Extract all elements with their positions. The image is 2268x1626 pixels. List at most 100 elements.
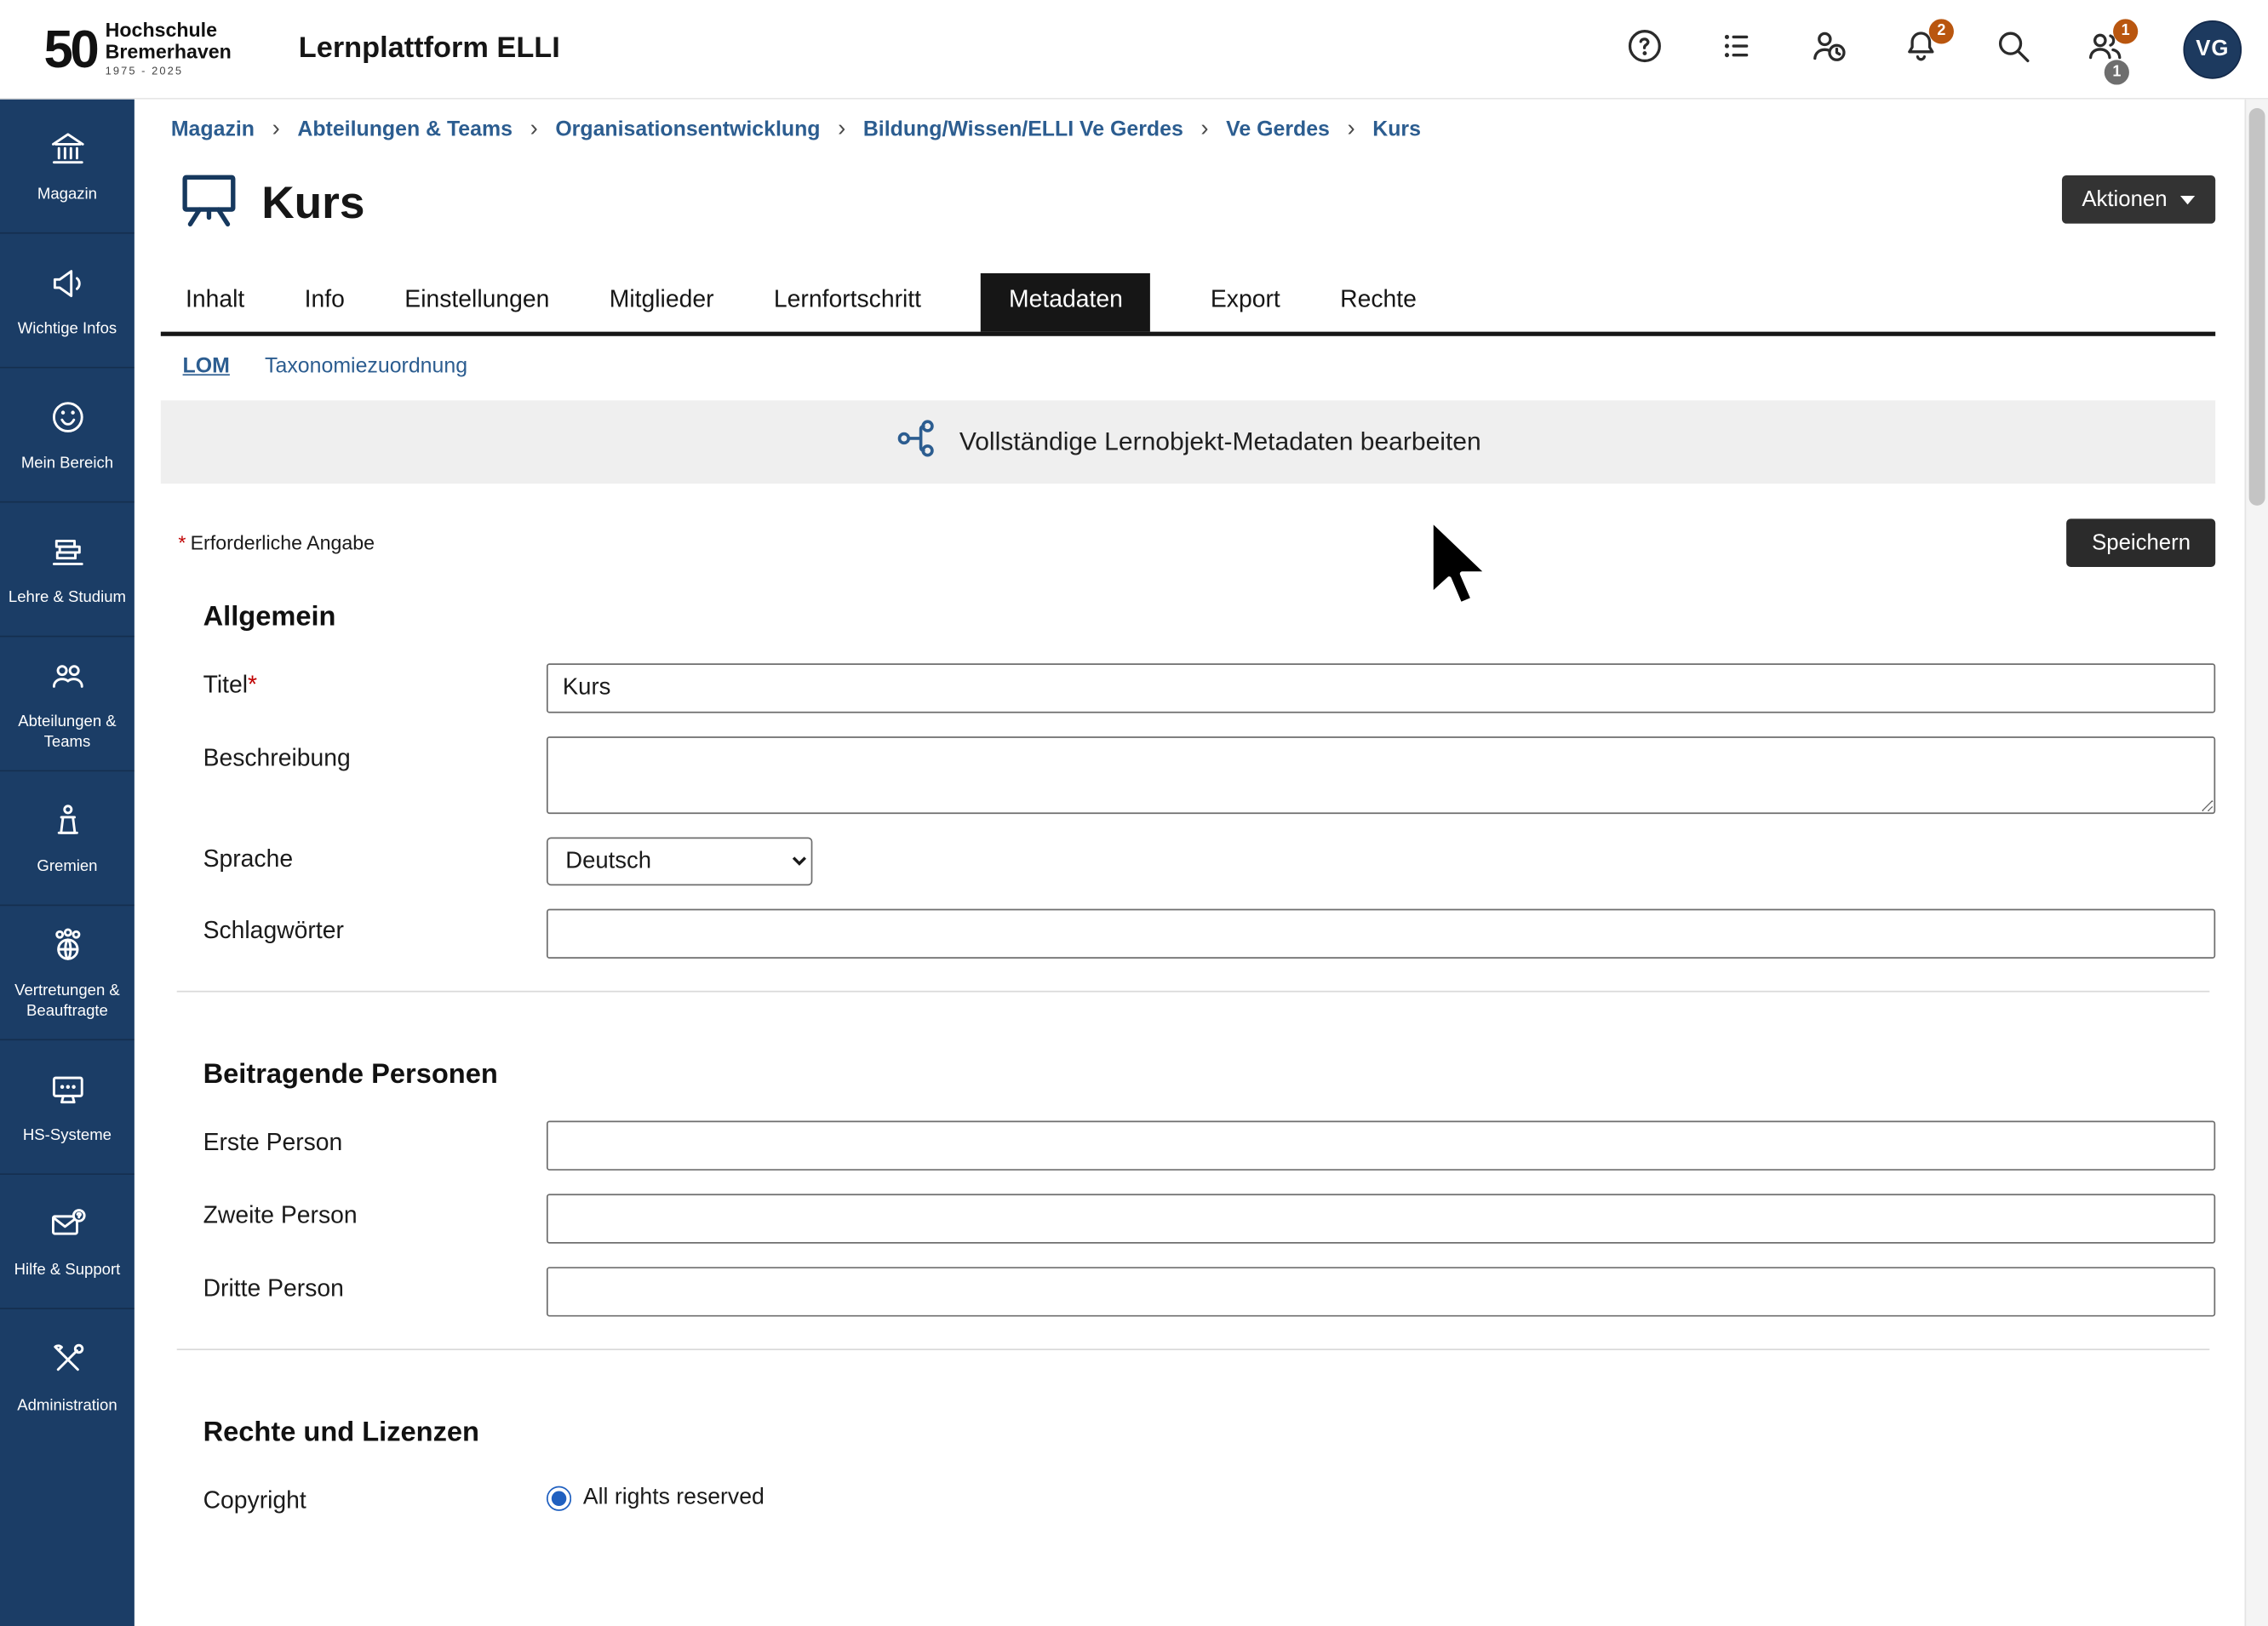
tab-lernfortschritt[interactable]: Lernfortschritt [774, 273, 921, 332]
sidebar-item-hilfe-support[interactable]: Hilfe & Support [0, 1175, 135, 1309]
breadcrumb-separator: › [272, 117, 280, 143]
logo-text: Hochschule Bremerhaven 1975 - 2025 [106, 21, 232, 77]
breadcrumb: Magazin › Abteilungen & Teams › Organisa… [171, 117, 2215, 143]
dritte-person-label: Dritte Person [203, 1267, 547, 1303]
breadcrumb-item-ve-gerdes[interactable]: Ve Gerdes [1226, 118, 1330, 141]
breadcrumb-separator: › [1200, 117, 1208, 143]
tab-info[interactable]: Info [305, 273, 345, 332]
people-icon [48, 656, 87, 703]
breadcrumb-item-kurs[interactable]: Kurs [1372, 118, 1421, 141]
zweite-person-input[interactable] [547, 1194, 2215, 1243]
all-rights-reserved-radio[interactable] [547, 1486, 571, 1510]
smiley-icon [48, 398, 87, 444]
contacts-badge-top: 1 [2113, 18, 2138, 43]
tab-rechte[interactable]: Rechte [1340, 273, 1417, 332]
form-row-dritte-person: Dritte Person [161, 1267, 2215, 1316]
books-icon [48, 532, 87, 579]
breadcrumb-item-abteilungen[interactable]: Abteilungen & Teams [297, 118, 513, 141]
university-logo[interactable]: 50 Hochschule Bremerhaven 1975 - 2025 [43, 21, 231, 77]
actions-button-label: Aktionen [2082, 187, 2167, 212]
form-row-copyright: Copyright All rights reserved [161, 1479, 2215, 1515]
section-heading-beitragende: Beitragende Personen [203, 1059, 2216, 1091]
sidebar-item-abteilungen-teams[interactable]: Abteilungen & Teams [0, 637, 135, 771]
sidebar-item-vertretungen[interactable]: Vertretungen & Beauftragte [0, 906, 135, 1040]
schlagwoerter-input[interactable] [547, 909, 2215, 959]
sidebar-item-hs-systeme[interactable]: HS-Systeme [0, 1040, 135, 1175]
tab-inhalt[interactable]: Inhalt [186, 273, 244, 332]
sidebar-item-magazin[interactable]: Magazin [0, 100, 135, 234]
breadcrumb-item-bildung-wissen[interactable]: Bildung/Wissen/ELLI Ve Gerdes [863, 118, 1183, 141]
save-button[interactable]: Speichern [2067, 518, 2215, 567]
search-button[interactable] [1990, 27, 2034, 71]
metadata-banner: Vollständige Lernobjekt-Metadaten bearbe… [161, 400, 2215, 484]
section-heading-rechte: Rechte und Lizenzen [203, 1417, 2216, 1450]
beschreibung-label: Beschreibung [203, 736, 547, 773]
sidebar-item-label: Mein Bereich [21, 453, 113, 473]
todo-list-button[interactable] [1714, 27, 1757, 71]
form-toolbar: *Erforderliche Angabe Speichern [178, 518, 2215, 567]
breadcrumb-separator: › [530, 117, 538, 143]
breadcrumb-item-magazin[interactable]: Magazin [171, 118, 255, 141]
megaphone-icon [48, 263, 87, 310]
erste-person-field-wrap [547, 1121, 2215, 1171]
sprache-select[interactable]: Deutsch [547, 838, 812, 886]
page: 50 Hochschule Bremerhaven 1975 - 2025 Le… [0, 0, 2268, 1626]
titel-label: Titel* [203, 663, 547, 700]
tab-export[interactable]: Export [1211, 273, 1280, 332]
page-title-group: Kurs [177, 167, 365, 238]
sidebar-item-gremien[interactable]: Gremien [0, 771, 135, 906]
sidebar-item-wichtige-infos[interactable]: Wichtige Infos [0, 234, 135, 369]
form-row-titel: Titel* [161, 663, 2215, 713]
header-icons: 2 1 1 VG [1622, 20, 2242, 78]
sidebar-item-label: Magazin [37, 184, 97, 204]
tab-einstellungen[interactable]: Einstellungen [404, 273, 549, 332]
titel-label-text: Titel [203, 673, 248, 699]
tools-icon [48, 1339, 87, 1386]
tab-metadaten[interactable]: Metadaten [981, 273, 1150, 332]
help-button[interactable] [1622, 27, 1665, 71]
notifications-button[interactable]: 2 [1899, 27, 1942, 71]
subtab-lom[interactable]: LOM [183, 355, 230, 378]
top-bar: 50 Hochschule Bremerhaven 1975 - 2025 Le… [0, 0, 2268, 100]
bank-icon [48, 129, 87, 175]
sidebar-item-lehre-studium[interactable]: Lehre & Studium [0, 502, 135, 637]
sidebar-item-label: Gremien [37, 856, 97, 877]
actions-button[interactable]: Aktionen [2061, 175, 2215, 224]
beschreibung-field-wrap [547, 736, 2215, 814]
metadata-tree-icon [895, 416, 938, 467]
sidebar-item-label: Lehre & Studium [9, 587, 126, 608]
edit-full-metadata-link[interactable]: Vollständige Lernobjekt-Metadaten bearbe… [959, 427, 1481, 457]
contacts-button[interactable]: 1 1 [2082, 27, 2126, 71]
section-divider [177, 991, 2210, 993]
tab-mitglieder[interactable]: Mitglieder [610, 273, 714, 332]
sidebar-item-administration[interactable]: Administration [0, 1309, 135, 1444]
sidebar-item-label: HS-Systeme [23, 1125, 112, 1146]
erste-person-input[interactable] [547, 1121, 2215, 1171]
subtab-taxonomiezuordnung[interactable]: Taxonomiezuordnung [265, 355, 467, 378]
form-row-schlagwoerter: Schlagwörter [161, 909, 2215, 959]
sidebar-item-mein-bereich[interactable]: Mein Bereich [0, 369, 135, 503]
subtab-bar: LOM Taxonomiezuordnung [183, 355, 2216, 378]
monitor-icon [48, 1070, 87, 1117]
scrollbar[interactable] [2245, 100, 2268, 1626]
breadcrumb-separator: › [1347, 117, 1354, 143]
breadcrumb-item-organisationsentwicklung[interactable]: Organisationsentwicklung [555, 118, 820, 141]
avatar[interactable]: VG [2183, 20, 2242, 78]
list-icon [1716, 26, 1755, 72]
form-row-beschreibung: Beschreibung [161, 736, 2215, 814]
search-icon [1992, 26, 2031, 72]
zweite-person-label: Zweite Person [203, 1194, 547, 1230]
form-row-erste-person: Erste Person [161, 1121, 2215, 1171]
dritte-person-input[interactable] [547, 1267, 2215, 1316]
titel-input[interactable] [547, 663, 2215, 713]
section-divider [177, 1348, 2210, 1350]
recent-activity-button[interactable] [1807, 27, 1850, 71]
required-asterisk: * [248, 673, 257, 699]
copyright-radio-option[interactable]: All rights reserved [547, 1479, 2215, 1511]
section-heading-allgemein: Allgemein [203, 602, 2216, 634]
schlagwoerter-label: Schlagwörter [203, 909, 547, 946]
beschreibung-textarea[interactable] [547, 736, 2215, 814]
app-title: Lernplattform ELLI [299, 32, 560, 66]
page-title: Kurs [261, 176, 364, 229]
scrollbar-thumb[interactable] [2249, 108, 2265, 506]
